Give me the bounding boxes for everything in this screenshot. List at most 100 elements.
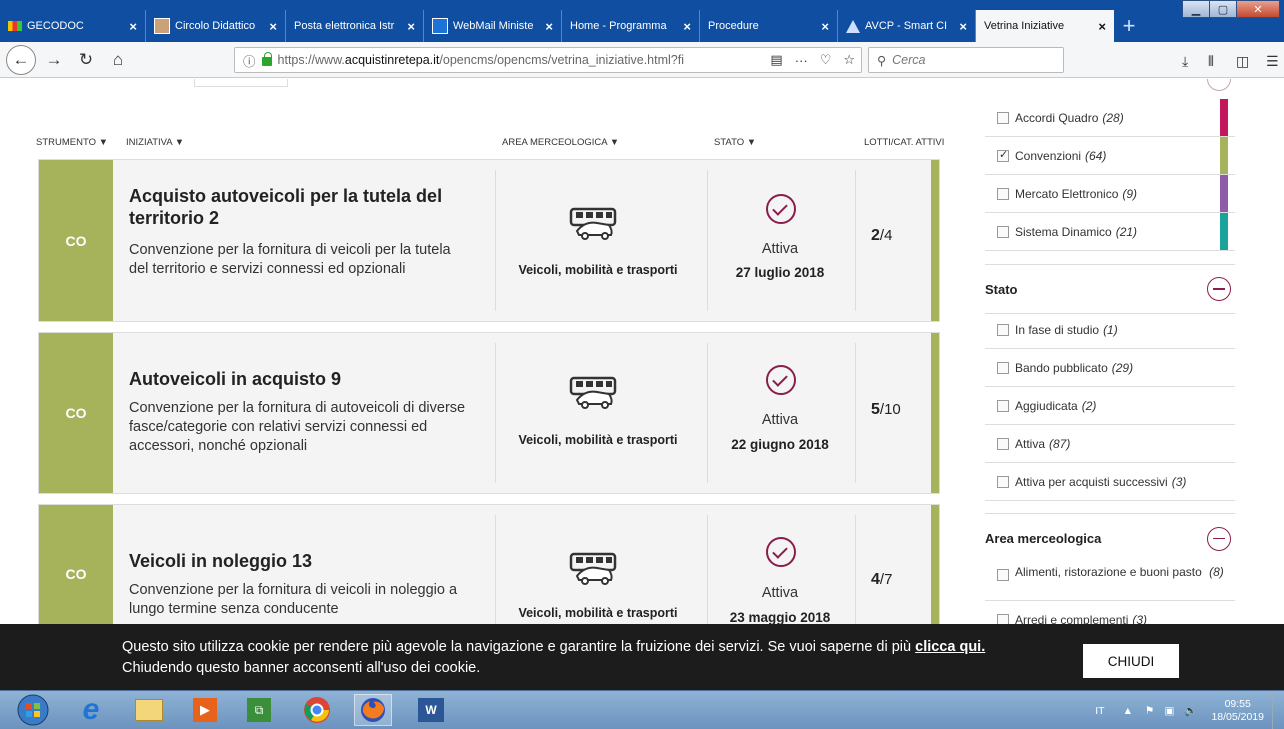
url-bar[interactable]: ⓘ https://www.acquistinretepa.it/opencms… <box>234 47 862 73</box>
collapse-icon[interactable] <box>1207 526 1231 551</box>
tab-gecodoc[interactable]: GECODOC × <box>0 10 146 42</box>
tab-procedure[interactable]: Procedure × <box>700 10 838 42</box>
media-player-icon[interactable]: ▶ <box>186 694 224 726</box>
close-icon[interactable]: × <box>407 19 415 34</box>
filter-stato-bando[interactable]: Bando pubblicato (29) <box>985 349 1235 387</box>
back-button[interactable]: ← <box>6 44 36 75</box>
status-label: Attiva <box>761 412 799 428</box>
close-icon[interactable]: × <box>545 19 553 34</box>
close-icon[interactable]: × <box>1098 19 1106 34</box>
filter-mercato-elettronico[interactable]: Mercato Elettronico (9) <box>985 175 1235 213</box>
action-center-flag-icon[interactable]: ⚑ <box>1145 705 1154 717</box>
chrome-icon[interactable] <box>298 694 336 726</box>
card-title[interactable]: Veicoli in noleggio 13 <box>129 550 479 572</box>
checkbox-checked[interactable] <box>997 148 1009 162</box>
cookie-info-link[interactable]: clicca qui. <box>915 639 985 655</box>
download-icon[interactable]: ⤓ <box>1182 53 1188 70</box>
filter-section-stato: Stato <box>985 264 1235 314</box>
close-icon[interactable]: × <box>269 19 277 34</box>
tab-avcp[interactable]: AVCP - Smart CI × <box>838 10 976 42</box>
filter-sistema-dinamico[interactable]: Sistema Dinamico (21) <box>985 213 1235 251</box>
firefox-icon[interactable] <box>354 694 392 726</box>
filter-stato-attiva[interactable]: Attiva (87) <box>985 425 1235 463</box>
show-hidden-icons[interactable]: ▲ <box>1123 705 1133 717</box>
filter-stato-successivi[interactable]: Attiva per acquisti successivi (3) <box>985 463 1235 501</box>
start-button[interactable] <box>14 694 52 726</box>
filter-area-arredi[interactable]: Arredi e complementi (3) <box>985 601 1235 624</box>
checkbox[interactable] <box>997 323 1009 336</box>
minimize-button[interactable]: ▁ <box>1182 0 1210 18</box>
new-tab-button[interactable]: + <box>1114 10 1144 42</box>
library-icon[interactable]: ⫴ <box>1208 53 1214 70</box>
tab-vetrina-iniziative[interactable]: Vetrina Iniziative × <box>976 10 1114 42</box>
checkbox[interactable] <box>997 437 1009 450</box>
volume-icon[interactable]: 🔈 <box>1184 704 1197 717</box>
filter-stato-studio[interactable]: In fase di studio (1) <box>985 311 1235 349</box>
filter-area-alimenti[interactable]: Alimenti, ristorazione e buoni pasto (8) <box>985 557 1235 601</box>
card-description: Convenzione per la fornitura di veicoli … <box>129 242 451 277</box>
school-icon <box>154 18 170 34</box>
menu-icon[interactable]: ☰ <box>1266 53 1279 70</box>
col-stato[interactable]: STATO ▼ <box>714 137 756 148</box>
network-icon[interactable]: ▣ <box>1164 705 1174 717</box>
info-icon[interactable]: ⓘ <box>243 51 256 70</box>
forward-button[interactable]: → <box>40 46 68 74</box>
page-content: STRUMENTO ▼ INIZIATIVA ▼ AREA MERCEOLOGI… <box>0 79 1284 624</box>
cookie-close-button[interactable]: CHIUDI <box>1083 644 1179 678</box>
area-label: Veicoli, mobilità e trasporti <box>518 263 678 277</box>
window-close-button[interactable]: ✕ <box>1236 0 1280 18</box>
checkbox[interactable] <box>997 361 1009 374</box>
home-button[interactable]: ⌂ <box>104 46 132 74</box>
filter-convenzioni[interactable]: Convenzioni(64) <box>985 137 1235 175</box>
strumento-tag: CO <box>39 505 113 624</box>
page-actions-icon[interactable]: ··· <box>795 53 808 68</box>
avcp-icon <box>846 19 860 33</box>
card-title[interactable]: Autoveicoli in acquisto 9 <box>129 368 479 390</box>
reader-view-icon[interactable]: ▤ <box>770 52 782 68</box>
checkbox[interactable] <box>997 225 1009 238</box>
word-icon[interactable]: W <box>412 694 450 726</box>
tab-home-programma[interactable]: Home - Programma × <box>562 10 700 42</box>
clock[interactable]: 09:55 18/05/2019 <box>1211 698 1264 724</box>
search-input[interactable]: ⚲ Cerca <box>868 47 1064 73</box>
app-window-icon[interactable]: ⧉ <box>240 694 278 726</box>
filter-stato-aggiudicata[interactable]: Aggiudicata (2) <box>985 387 1235 425</box>
close-icon[interactable]: × <box>821 19 829 34</box>
tab-circolo[interactable]: Circolo Didattico × <box>146 10 286 42</box>
close-icon[interactable]: × <box>129 19 137 34</box>
tab-webmail[interactable]: WebMail Ministe × <box>424 10 562 42</box>
status-date: 22 giugno 2018 <box>731 437 829 452</box>
card-description: Convenzione per la fornitura di autoveic… <box>129 400 466 454</box>
checkbox[interactable] <box>997 111 1009 124</box>
checkbox[interactable] <box>997 569 1009 581</box>
checkbox[interactable] <box>997 399 1009 412</box>
initiative-card[interactable]: CO Veicoli in noleggio 13 Convenzione pe… <box>38 504 940 624</box>
maximize-button[interactable]: ▢ <box>1209 0 1237 18</box>
checkbox[interactable] <box>997 187 1009 200</box>
filter-accordi-quadro[interactable]: Accordi Quadro (28) <box>985 99 1235 137</box>
bookmark-star-icon[interactable]: ☆ <box>843 52 855 68</box>
show-desktop-button[interactable] <box>1272 691 1284 729</box>
initiative-card[interactable]: CO Acquisto autoveicoli per la tutela de… <box>38 159 940 322</box>
sidebar-icon[interactable]: ◫ <box>1236 53 1249 70</box>
url-text: https://www.acquistinretepa.it/opencms/o… <box>277 53 684 67</box>
pocket-icon[interactable]: ♡ <box>820 52 832 68</box>
col-iniziativa[interactable]: INIZIATIVA ▼ <box>126 137 184 148</box>
collapse-icon[interactable] <box>1207 277 1231 301</box>
checkbox[interactable] <box>997 613 1009 624</box>
checkbox[interactable] <box>997 475 1009 488</box>
internet-explorer-icon[interactable]: e <box>72 693 110 726</box>
bus-car-icon <box>569 376 617 409</box>
collapse-strumento-icon[interactable] <box>1207 79 1231 91</box>
card-title[interactable]: Acquisto autoveicoli per la tutela del t… <box>129 185 479 229</box>
col-strumento[interactable]: STRUMENTO ▼ <box>36 137 108 148</box>
language-indicator[interactable]: IT <box>1095 705 1104 717</box>
reload-button[interactable]: ↻ <box>72 46 100 74</box>
filters-sidebar: Accordi Quadro(28) Convenzioni(64) Merca… <box>985 79 1235 624</box>
close-icon[interactable]: × <box>959 19 967 34</box>
close-icon[interactable]: × <box>683 19 691 34</box>
file-explorer-icon[interactable] <box>130 694 168 726</box>
initiative-card[interactable]: CO Autoveicoli in acquisto 9 Convenzione… <box>38 332 940 494</box>
tab-posta[interactable]: Posta elettronica Istr × <box>286 10 424 42</box>
col-area[interactable]: AREA MERCEOLOGICA ▼ <box>502 137 619 148</box>
